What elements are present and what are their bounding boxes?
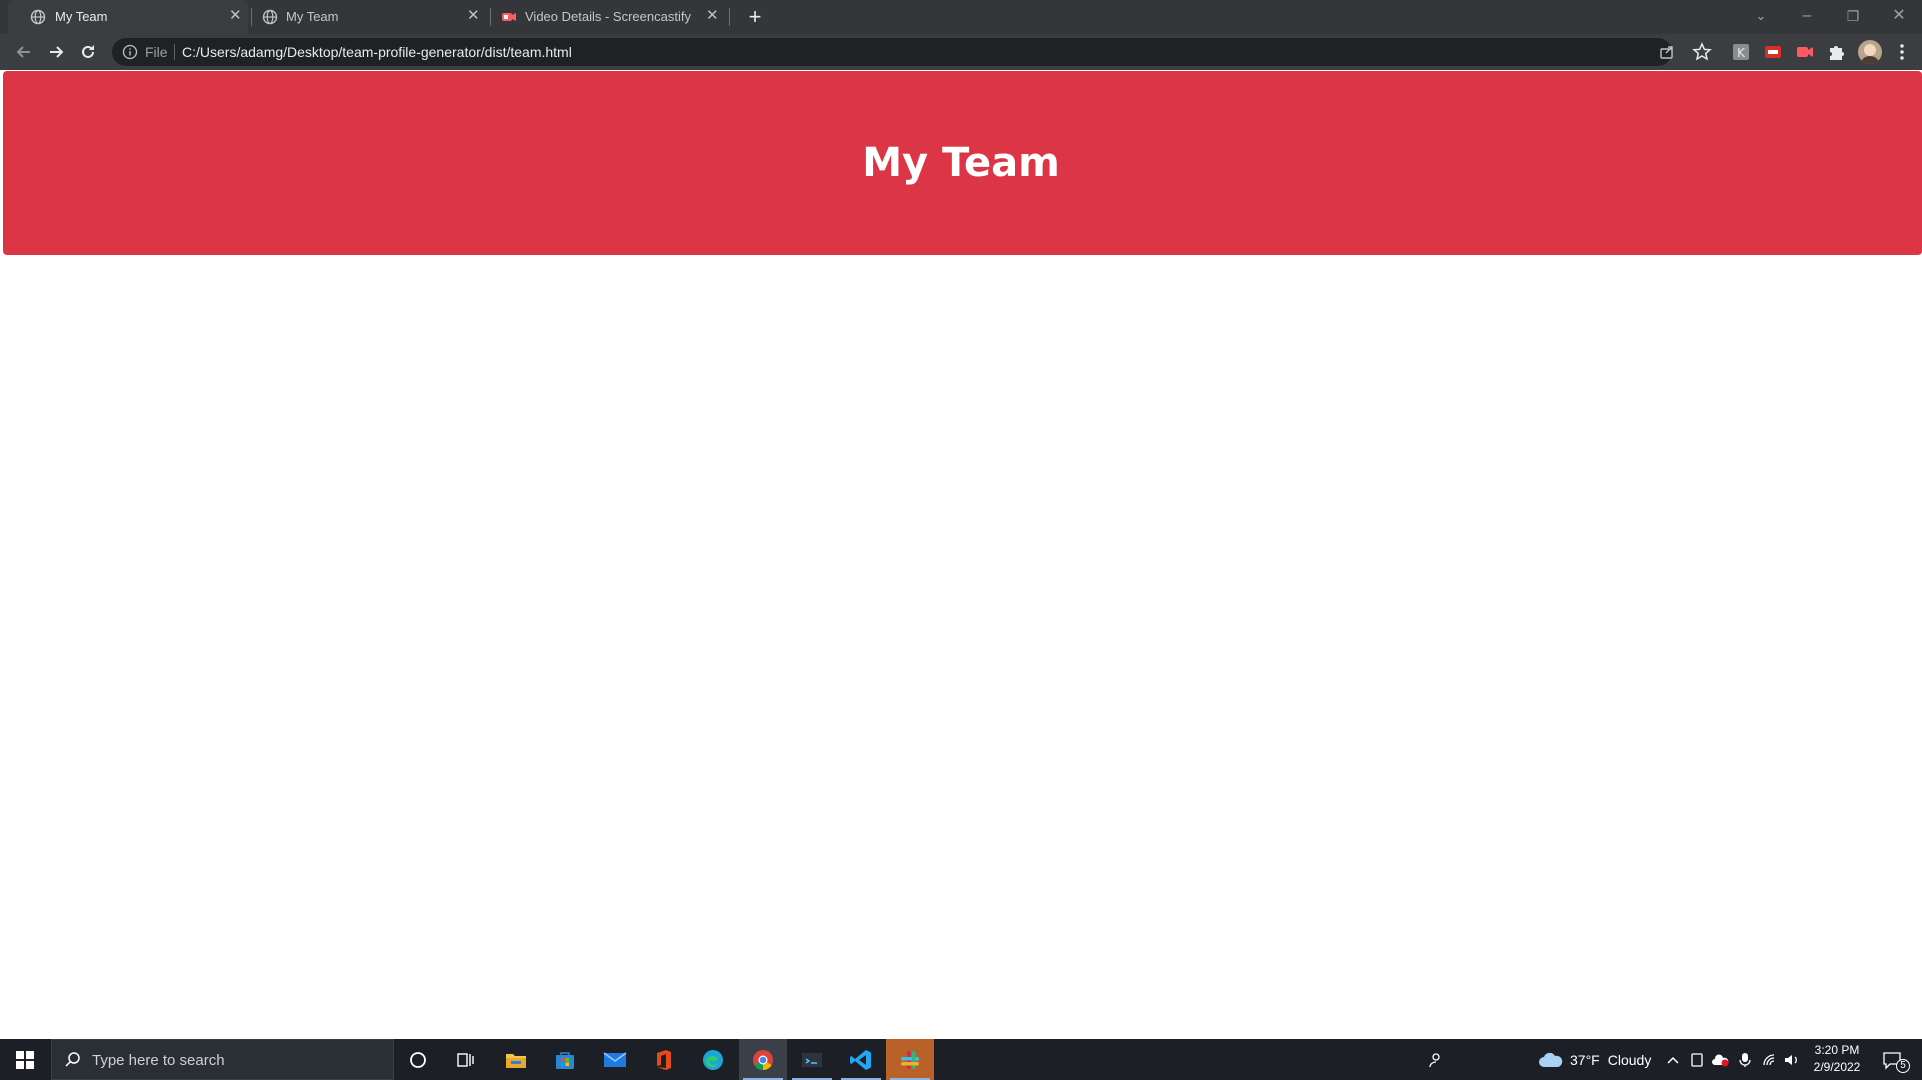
close-icon[interactable]: ✕ <box>706 7 719 25</box>
terminal-icon <box>802 1052 822 1067</box>
page-header-banner: My Team <box>3 71 1922 255</box>
page-title: My Team <box>862 140 1060 186</box>
info-icon[interactable] <box>122 44 138 60</box>
cloud-icon <box>1539 1052 1563 1067</box>
tab-my-team-active[interactable]: My Team ✕ <box>8 0 248 34</box>
edge-icon <box>703 1049 723 1070</box>
weather-condition: Cloudy <box>1607 1051 1652 1068</box>
meet-now-tray[interactable] <box>1690 1039 1704 1080</box>
svg-text:K: K <box>1737 46 1746 60</box>
vscode-icon <box>850 1049 871 1070</box>
avatar-face <box>1864 44 1876 56</box>
avatar-body <box>1860 56 1880 64</box>
profile-avatar[interactable] <box>1858 40 1882 64</box>
people-icon <box>1429 1052 1440 1067</box>
clock-time: 3:20 PM <box>1814 1043 1860 1057</box>
extension-red-icon[interactable] <box>1763 42 1783 62</box>
scheme-label: File <box>145 44 168 60</box>
mail-button[interactable] <box>591 1039 639 1080</box>
url-text[interactable]: C:/Users/adamg/Desktop/team-profile-gene… <box>182 44 572 60</box>
close-icon[interactable]: ✕ <box>467 7 480 25</box>
start-button[interactable] <box>0 1039 50 1080</box>
globe-icon <box>30 9 46 25</box>
new-tab-button[interactable]: + <box>742 4 768 30</box>
close-icon[interactable]: ✕ <box>229 7 242 25</box>
tab-my-team[interactable]: My Team ✕ <box>252 0 490 34</box>
microphone-tray[interactable] <box>1739 1039 1751 1080</box>
edge-button[interactable] <box>689 1039 737 1080</box>
screencastify-icon <box>502 13 516 21</box>
microphone-icon <box>1739 1052 1751 1067</box>
extension-k-icon[interactable]: K <box>1731 42 1751 62</box>
address-bar[interactable]: File C:/Users/adamg/Desktop/team-profile… <box>112 38 1673 66</box>
slack-icon <box>901 1050 919 1069</box>
restore-button[interactable]: ❐ <box>1838 3 1868 29</box>
people-button[interactable] <box>1428 1039 1446 1080</box>
omnibox-divider <box>174 44 175 60</box>
network-tray[interactable] <box>1762 1039 1778 1080</box>
file-explorer-button[interactable] <box>492 1039 540 1080</box>
chrome-button[interactable] <box>739 1039 787 1080</box>
tab-title: My Team <box>286 9 339 24</box>
speaker-icon <box>1785 1054 1797 1065</box>
browser-tab-strip: My Team ✕ My Team ✕ Video Details - Scre… <box>0 0 1922 34</box>
wifi-icon <box>1763 1053 1775 1065</box>
task-view-button[interactable] <box>442 1039 490 1080</box>
notification-badge: 5 <box>1896 1059 1910 1073</box>
chrome-icon <box>753 1049 773 1070</box>
tab-separator <box>729 8 730 26</box>
windows-logo-icon <box>16 1050 34 1069</box>
search-placeholder: Type here to search <box>92 1052 225 1069</box>
browser-toolbar: File C:/Users/adamg/Desktop/team-profile… <box>0 34 1922 70</box>
weather-temp: 37°F <box>1570 1051 1600 1068</box>
search-icon <box>65 1052 80 1067</box>
cortana-button[interactable] <box>394 1039 442 1080</box>
slack-button[interactable] <box>886 1039 934 1080</box>
globe-icon <box>262 9 278 25</box>
cortana-icon <box>410 1051 426 1068</box>
task-view-icon <box>457 1052 474 1067</box>
taskbar-clock[interactable]: 3:20 PM 2/9/2022 <box>1800 1042 1874 1076</box>
clock-date: 2/9/2022 <box>1813 1060 1861 1074</box>
page-viewport: My Team <box>0 70 1922 1039</box>
action-center-button[interactable]: 5 <box>1882 1039 1910 1080</box>
chevron-up-icon <box>1667 1056 1679 1064</box>
screencastify-extension-icon[interactable] <box>1795 42 1815 62</box>
microsoft-store-button[interactable] <box>541 1039 589 1080</box>
file-explorer-icon <box>506 1053 526 1068</box>
microsoft-store-icon <box>556 1051 574 1069</box>
bookmark-star-icon[interactable] <box>1692 42 1712 62</box>
volume-tray[interactable] <box>1784 1039 1800 1080</box>
device-icon <box>1691 1052 1703 1067</box>
office-button[interactable] <box>640 1039 688 1080</box>
tab-screencastify[interactable]: Video Details - Screencastify ✕ <box>491 0 729 34</box>
puzzle-piece-icon[interactable] <box>1826 42 1846 62</box>
back-arrow-icon <box>16 46 30 58</box>
taskbar-search-box[interactable]: Type here to search <box>51 1039 394 1080</box>
forward-button[interactable] <box>44 40 68 64</box>
forward-arrow-icon <box>50 46 64 58</box>
reload-button[interactable] <box>76 40 100 64</box>
minimize-button[interactable]: – <box>1792 3 1822 29</box>
tab-title: Video Details - Screencastify <box>525 9 691 24</box>
onedrive-error-icon <box>1712 1053 1729 1066</box>
vscode-button[interactable] <box>837 1039 885 1080</box>
office-icon <box>657 1049 671 1070</box>
tab-title: My Team <box>55 9 108 24</box>
onedrive-tray[interactable] <box>1712 1039 1730 1080</box>
show-hidden-icons-button[interactable] <box>1666 1039 1680 1080</box>
mail-icon <box>603 1051 627 1067</box>
tab-search-chevron-icon[interactable]: ⌄ <box>1746 3 1776 29</box>
weather-widget[interactable]: 37°F Cloudy <box>1538 1039 1651 1080</box>
terminal-button[interactable] <box>788 1039 836 1080</box>
kebab-menu-icon[interactable] <box>1892 42 1912 62</box>
close-window-button[interactable]: ✕ <box>1884 3 1914 29</box>
share-icon[interactable] <box>1658 43 1676 61</box>
reload-icon <box>82 45 94 58</box>
back-button[interactable] <box>12 40 36 64</box>
windows-taskbar: Type here to search 37°F Cloudy 3:20 PM … <box>0 1039 1922 1080</box>
